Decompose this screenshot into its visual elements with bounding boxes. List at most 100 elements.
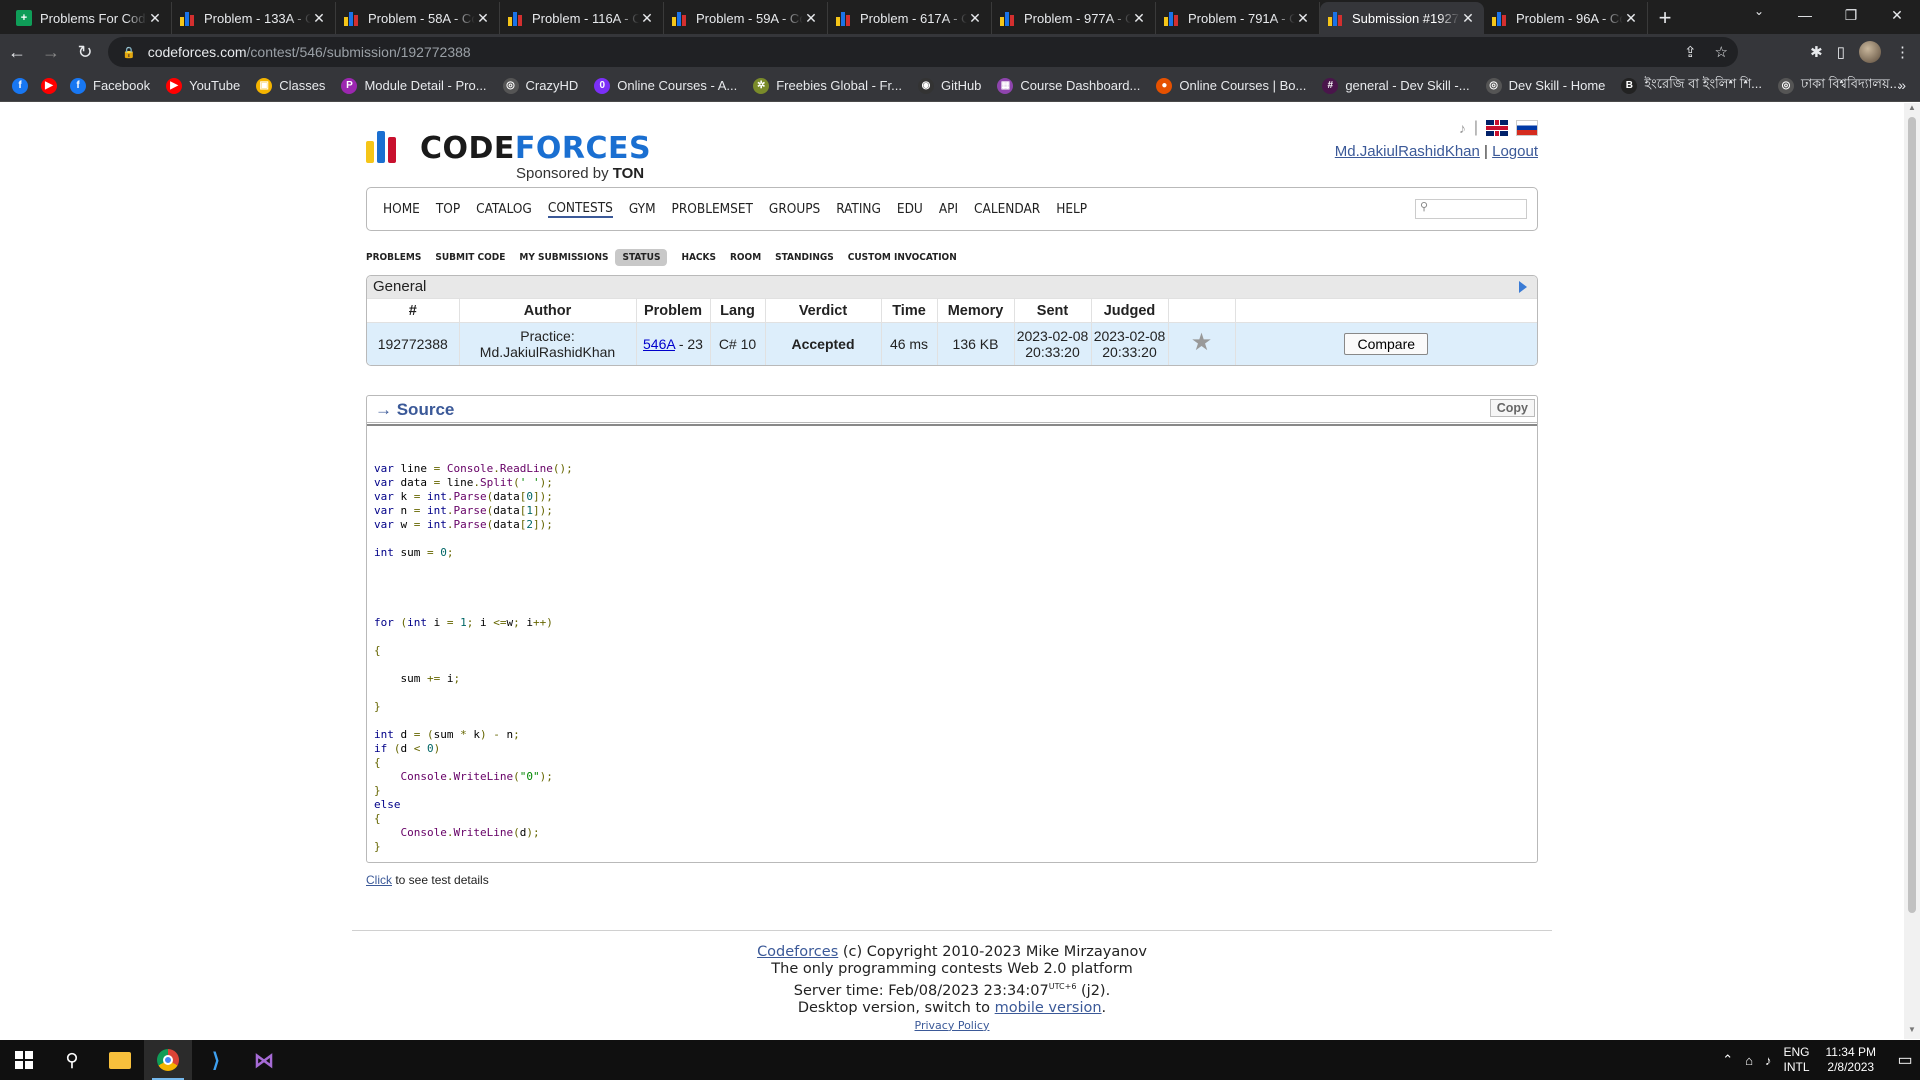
menu-item-help[interactable]: HELP: [1056, 201, 1087, 217]
problem-link[interactable]: 546A: [643, 336, 675, 352]
browser-tab[interactable]: Problem - 59A - Co ✕: [664, 2, 828, 34]
browser-tab[interactable]: Problem - 617A - Co ✕: [828, 2, 992, 34]
bookmark-item[interactable]: ◎ ঢাকা বিশ্ববিদ্যালয়...: [1778, 75, 1900, 96]
notifications-icon[interactable]: ▭: [1890, 1050, 1920, 1070]
language-indicator[interactable]: ENG INTL: [1784, 1045, 1810, 1075]
bookmark-item[interactable]: ▣ Classes: [256, 77, 325, 94]
browser-tab[interactable]: Problem - 133A - Co ✕: [172, 2, 336, 34]
menu-item-problemset[interactable]: PROBLEMSET: [672, 201, 753, 217]
close-window-button[interactable]: ✕: [1874, 0, 1920, 30]
menu-item-home[interactable]: HOME: [383, 201, 420, 217]
logout-link[interactable]: Logout: [1492, 143, 1538, 160]
bookmark-item[interactable]: 0 Online Courses - A...: [594, 77, 737, 94]
profile-avatar[interactable]: [1859, 41, 1881, 63]
russian-flag-icon[interactable]: [1516, 120, 1538, 136]
close-tab-icon[interactable]: ✕: [1295, 10, 1311, 27]
submenu-item-custom-invocation[interactable]: CUSTOM INVOCATION: [848, 249, 957, 266]
bookmark-item[interactable]: ◎ CrazyHD: [502, 77, 578, 94]
bookmark-item[interactable]: f: [12, 77, 35, 94]
bookmark-item[interactable]: ◉ GitHub: [917, 77, 981, 94]
search-icon[interactable]: ⚲: [48, 1040, 96, 1080]
copy-button[interactable]: Copy: [1489, 399, 1535, 417]
network-icon[interactable]: ⌂: [1745, 1053, 1753, 1068]
bookmark-item[interactable]: # general - Dev Skill -...: [1322, 77, 1470, 94]
submenu-item-my-submissions[interactable]: MY SUBMISSIONS: [519, 249, 608, 266]
chrome-icon[interactable]: [144, 1040, 192, 1080]
new-tab-button[interactable]: +: [1648, 2, 1682, 34]
forward-button[interactable]: →: [34, 37, 68, 67]
submenu-item-problems[interactable]: PROBLEMS: [366, 249, 421, 266]
compare-button[interactable]: Compare: [1344, 332, 1429, 355]
test-details-link[interactable]: Click: [366, 873, 392, 887]
search-input[interactable]: ⚲: [1415, 199, 1527, 219]
browser-tab[interactable]: Submission #19277 ✕: [1320, 2, 1484, 34]
scrollbar-thumb[interactable]: [1908, 117, 1916, 913]
menu-item-top[interactable]: TOP: [436, 201, 460, 217]
close-tab-icon[interactable]: ✕: [475, 10, 491, 27]
bookmark-item[interactable]: ▶: [41, 77, 64, 94]
menu-item-calendar[interactable]: CALENDAR: [974, 201, 1040, 217]
bookmark-item[interactable]: ◎ Dev Skill - Home: [1485, 77, 1605, 94]
close-tab-icon[interactable]: ✕: [967, 10, 983, 27]
visual-studio-icon[interactable]: ⋈: [240, 1040, 288, 1080]
favorite-star-icon[interactable]: ★: [1191, 329, 1213, 356]
share-icon[interactable]: ⇪: [1684, 43, 1697, 61]
bookmark-item[interactable]: ▶ YouTube: [166, 77, 240, 94]
clock[interactable]: 11:34 PM 2/8/2023: [1826, 1045, 1876, 1075]
bookmark-item[interactable]: P Module Detail - Pro...: [341, 77, 487, 94]
browser-tab[interactable]: Problem - 58A - Co ✕: [336, 2, 500, 34]
browser-tab[interactable]: Problem - 977A - Co ✕: [992, 2, 1156, 34]
page-scrollbar[interactable]: ▲ ▼: [1904, 103, 1920, 1039]
privacy-policy-link[interactable]: Privacy Policy: [915, 1019, 990, 1032]
source-code[interactable]: var line = Console.ReadLine(); var data …: [367, 424, 1537, 862]
back-button[interactable]: ←: [0, 37, 34, 67]
tray-chevron-icon[interactable]: ⌃: [1722, 1052, 1733, 1068]
side-panel-icon[interactable]: ▯: [1837, 43, 1845, 61]
start-button[interactable]: [0, 1040, 48, 1080]
english-flag-icon[interactable]: [1486, 120, 1508, 136]
submenu-item-room[interactable]: ROOM: [730, 249, 761, 266]
close-tab-icon[interactable]: ✕: [1460, 10, 1476, 27]
bookmark-item[interactable]: ✲ Freebies Global - Fr...: [753, 77, 902, 94]
browser-tab[interactable]: Problem - 96A - Co ✕: [1484, 2, 1648, 34]
browser-menu-icon[interactable]: ⋮: [1895, 43, 1910, 61]
codeforces-logo[interactable]: CODEFORCES Sponsored by TON: [366, 125, 666, 185]
close-tab-icon[interactable]: ✕: [311, 10, 327, 27]
menu-item-gym[interactable]: GYM: [629, 201, 656, 217]
menu-item-api[interactable]: API: [939, 201, 958, 217]
submenu-item-submit-code[interactable]: SUBMIT CODE: [435, 249, 505, 266]
extensions-icon[interactable]: ✱: [1810, 43, 1823, 61]
address-bar[interactable]: 🔒 codeforces.com/contest/546/submission/…: [108, 37, 1738, 67]
menu-item-catalog[interactable]: CATALOG: [476, 201, 532, 217]
menu-item-contests[interactable]: CONTESTS: [547, 200, 613, 218]
minimize-button[interactable]: —: [1782, 0, 1828, 30]
bookmark-item[interactable]: ● Online Courses | Bo...: [1156, 77, 1306, 94]
close-tab-icon[interactable]: ✕: [639, 10, 655, 27]
mobile-version-link[interactable]: mobile version: [995, 1000, 1102, 1016]
menu-item-edu[interactable]: EDU: [897, 201, 923, 217]
vscode-icon[interactable]: ⟩: [192, 1040, 240, 1080]
footer-codeforces-link[interactable]: Codeforces: [757, 944, 838, 960]
bookmark-item[interactable]: B ইংরেজি বা ইংলিশ শি...: [1621, 75, 1762, 96]
notification-bell-icon[interactable]: ♪: [1452, 120, 1466, 136]
browser-tab[interactable]: Problem - 116A - Co ✕: [500, 2, 664, 34]
submenu-item-standings[interactable]: STANDINGS: [775, 249, 834, 266]
menu-item-rating[interactable]: RATING: [836, 201, 881, 217]
username-link[interactable]: Md.JakiulRashidKhan: [1335, 143, 1480, 160]
tab-search-icon[interactable]: ⌄: [1754, 4, 1764, 18]
reload-button[interactable]: ↻: [68, 37, 102, 67]
close-tab-icon[interactable]: ✕: [1623, 10, 1639, 27]
close-tab-icon[interactable]: ✕: [803, 10, 819, 27]
bookmark-star-icon[interactable]: ☆: [1715, 43, 1728, 61]
submenu-item-hacks[interactable]: HACKS: [681, 249, 716, 266]
bookmark-item[interactable]: ▦ Course Dashboard...: [997, 77, 1140, 94]
file-explorer-icon[interactable]: [96, 1040, 144, 1080]
bookmark-item[interactable]: f Facebook: [70, 77, 150, 94]
menu-item-groups[interactable]: GROUPS: [769, 201, 820, 217]
browser-tab[interactable]: Problem - 791A - Co ✕: [1156, 2, 1320, 34]
close-tab-icon[interactable]: ✕: [1131, 10, 1147, 27]
restore-button[interactable]: ❐: [1828, 0, 1874, 30]
browser-tab[interactable]: + Problems For Codin ✕: [8, 2, 172, 34]
expand-arrow-icon[interactable]: [1519, 281, 1527, 293]
more-bookmarks-icon[interactable]: »: [1898, 77, 1906, 93]
